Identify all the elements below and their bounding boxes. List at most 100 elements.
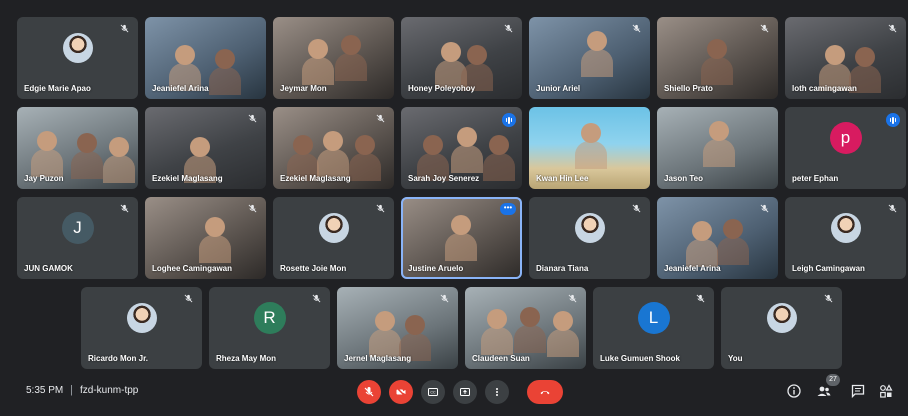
participant-name: Sarah Joy Senerez xyxy=(408,174,480,183)
meeting-details-icon[interactable] xyxy=(786,383,802,399)
participant-name: You xyxy=(728,354,743,363)
participant-tile[interactable]: Honey Poleyohoy xyxy=(401,17,522,99)
mic-off-icon xyxy=(632,24,642,34)
bottom-control-bar: 5:35 PM fzd-kunm-tpp | CC 27 xyxy=(0,374,908,416)
chat-icon[interactable] xyxy=(850,383,866,399)
participant-tile[interactable]: R Rheza May Mon xyxy=(209,287,330,369)
participant-name: Jeaniefel Arina xyxy=(664,264,721,273)
mic-off-icon xyxy=(440,294,450,304)
participant-name: Jason Teo xyxy=(664,174,703,183)
svg-text:CC: CC xyxy=(430,391,436,395)
leave-call-button[interactable] xyxy=(527,380,563,404)
mic-off-icon xyxy=(824,294,834,304)
participant-tile[interactable]: Jeymar Mon xyxy=(273,17,394,99)
mic-off-icon xyxy=(376,204,386,214)
participant-name: Dianara Tiana xyxy=(536,264,589,273)
participant-name: Shiello Prato xyxy=(664,84,713,93)
more-vert-icon xyxy=(496,388,498,396)
participant-tile[interactable]: Jason Teo xyxy=(657,107,778,189)
participant-tile[interactable]: p peter Ephan xyxy=(785,107,906,189)
avatar xyxy=(62,33,93,64)
participant-tile[interactable]: Junior Ariel xyxy=(529,17,650,99)
participant-tile[interactable]: Sarah Joy Senerez xyxy=(401,107,522,189)
participant-tile[interactable]: Jernel Maglasang xyxy=(337,287,458,369)
microphone-toggle-button[interactable] xyxy=(357,380,381,404)
camera-off-icon xyxy=(396,387,406,397)
present-screen-button[interactable] xyxy=(453,380,477,404)
camera-toggle-button[interactable] xyxy=(389,380,413,404)
participant-name: Jeaniefel Arina xyxy=(152,84,209,93)
present-screen-icon xyxy=(460,388,470,396)
more-options-icon[interactable]: ••• xyxy=(500,203,516,215)
mic-off-icon xyxy=(888,204,898,214)
participant-name: peter Ephan xyxy=(792,174,839,183)
mic-off-icon xyxy=(312,294,322,304)
participant-name: Ezekiel Maglasang xyxy=(152,174,223,183)
participant-tile[interactable]: J JUN GAMOK xyxy=(17,197,138,279)
mic-off-icon xyxy=(568,294,578,304)
mic-off-icon xyxy=(504,24,514,34)
participant-tile[interactable]: loth camingawan xyxy=(785,17,906,99)
people-count-badge: 27 xyxy=(826,374,840,386)
participant-name: Jernel Maglasang xyxy=(344,354,412,363)
participant-name: Jeymar Mon xyxy=(280,84,327,93)
participant-name: Ricardo Mon Jr. xyxy=(88,354,149,363)
participant-name: Justine Aruelo xyxy=(408,264,464,273)
participant-name: Luke Gumuen Shook xyxy=(600,354,681,363)
participant-name: Edgie Marie Apao xyxy=(24,84,91,93)
participant-name: Rheza May Mon xyxy=(216,354,277,363)
speaking-indicator-icon xyxy=(502,113,516,127)
participant-tile[interactable]: Rosette Joie Mon xyxy=(273,197,394,279)
participant-tile[interactable]: Ezekiel Maglasang xyxy=(145,107,266,189)
clock-time: 5:35 PM xyxy=(26,385,64,396)
participant-name: Leigh Camingawan xyxy=(792,264,865,273)
avatar xyxy=(766,303,797,334)
mic-off-icon xyxy=(248,114,258,124)
activities-icon[interactable] xyxy=(878,383,894,399)
separator: | xyxy=(70,384,73,396)
more-options-button[interactable] xyxy=(485,380,509,404)
avatar: J xyxy=(61,212,94,245)
participant-name: Jay Puzon xyxy=(24,174,64,183)
participant-tile[interactable]: Jay Puzon xyxy=(17,107,138,189)
participant-name: Kwan Hin Lee xyxy=(536,174,589,183)
participant-name: Honey Poleyohoy xyxy=(408,84,476,93)
avatar xyxy=(574,213,605,244)
participant-name: loth camingawan xyxy=(792,84,857,93)
participant-tile[interactable]: Ricardo Mon Jr. xyxy=(81,287,202,369)
participant-name: JUN GAMOK xyxy=(24,264,73,273)
participant-name: Junior Ariel xyxy=(536,84,581,93)
mic-off-icon xyxy=(696,294,706,304)
participant-tile[interactable]: Jeaniefel Arina xyxy=(657,197,778,279)
participant-tile[interactable]: Ezekiel Maglasang xyxy=(273,107,394,189)
self-tile[interactable]: You xyxy=(721,287,842,369)
mic-off-icon xyxy=(376,114,386,124)
mic-off-icon xyxy=(248,204,258,214)
participant-tile[interactable]: Loghee Camingawan xyxy=(145,197,266,279)
closed-captions-icon: CC xyxy=(428,388,438,396)
avatar: p xyxy=(829,122,862,155)
participant-tile[interactable]: Edgie Marie Apao xyxy=(17,17,138,99)
captions-button[interactable]: CC xyxy=(421,380,445,404)
participant-tile[interactable]: Leigh Camingawan xyxy=(785,197,906,279)
avatar xyxy=(830,213,861,244)
participant-name: Loghee Camingawan xyxy=(152,264,233,273)
avatar xyxy=(318,213,349,244)
mic-off-icon xyxy=(888,24,898,34)
participant-tile[interactable]: Jeaniefel Arina xyxy=(145,17,266,99)
mic-off-icon xyxy=(184,294,194,304)
mic-off-icon xyxy=(760,204,770,214)
participant-tile[interactable]: Shiello Prato xyxy=(657,17,778,99)
participant-tile[interactable]: Claudeen Suan xyxy=(465,287,586,369)
participant-tile[interactable]: Dianara Tiana xyxy=(529,197,650,279)
avatar: R xyxy=(253,302,286,335)
participant-tile[interactable]: L Luke Gumuen Shook xyxy=(593,287,714,369)
participant-tile[interactable]: ••• Justine Aruelo xyxy=(401,197,522,279)
avatar xyxy=(126,303,157,334)
avatar: L xyxy=(637,302,670,335)
meeting-code: fzd-kunm-tpp xyxy=(80,385,139,396)
participant-name: Ezekiel Maglasang xyxy=(280,174,351,183)
participant-tile[interactable]: Kwan Hin Lee xyxy=(529,107,650,189)
mic-off-icon xyxy=(120,204,130,214)
mic-off-icon xyxy=(632,204,642,214)
